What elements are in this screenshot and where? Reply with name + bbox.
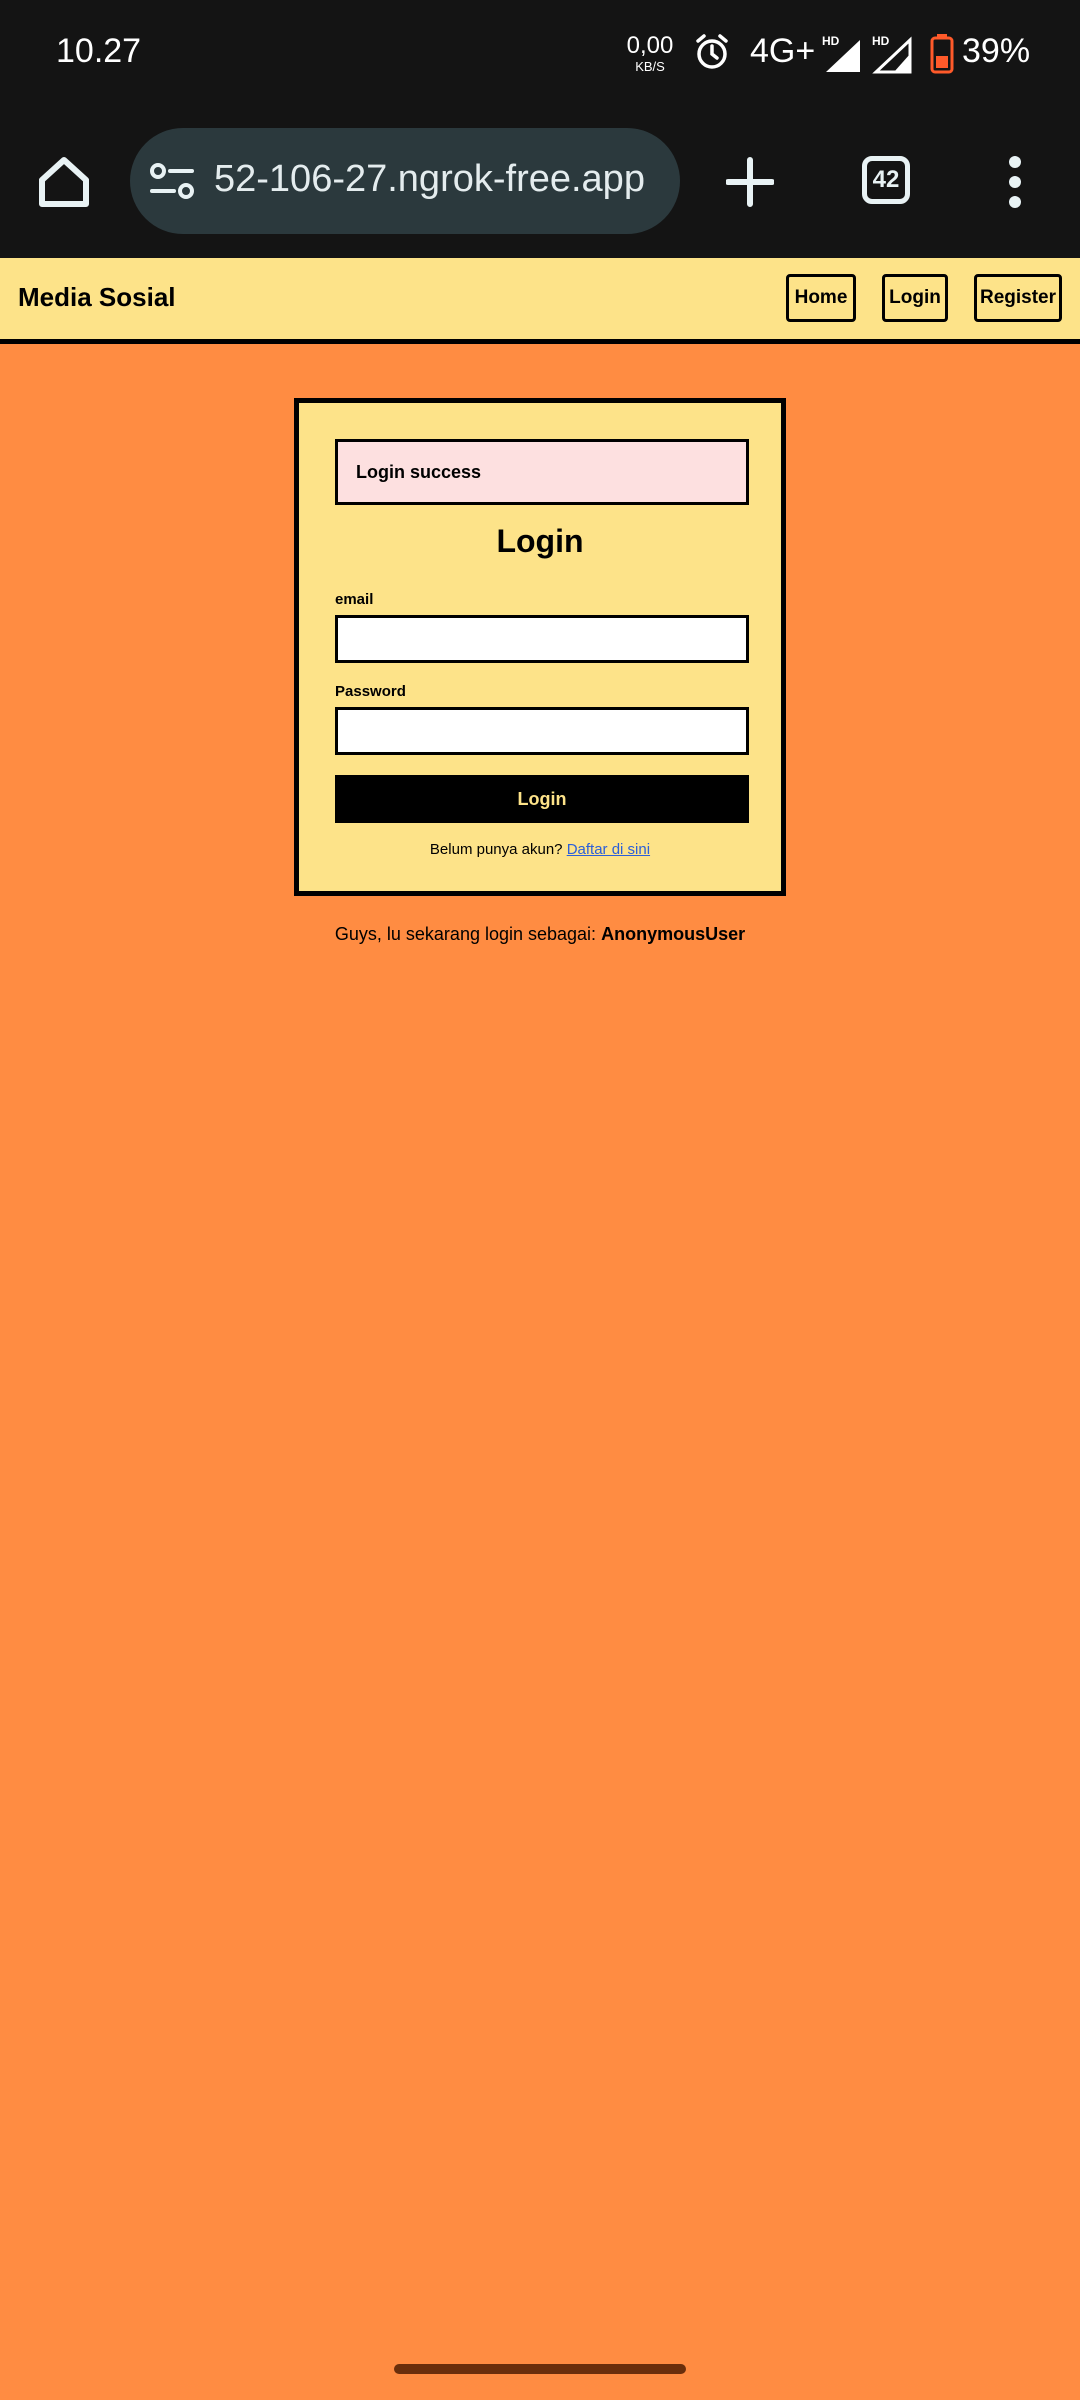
- screen: 10.27 0,00 KB/S 4G+ HD HD 39% 52-106-27.…: [0, 0, 1080, 2400]
- signup-link[interactable]: Daftar di sini: [567, 841, 650, 858]
- alarm-icon: [696, 34, 728, 69]
- password-field[interactable]: [335, 707, 749, 755]
- network-type: 4G+: [750, 32, 816, 70]
- current-username: AnonymousUser: [601, 924, 746, 944]
- new-tab-icon[interactable]: [726, 154, 774, 210]
- network-speed-value: 0,00: [626, 32, 674, 59]
- svg-text:HD: HD: [872, 34, 890, 48]
- address-bar[interactable]: 52-106-27.ngrok-free.app: [130, 128, 680, 234]
- network-speed-unit: KB/S: [635, 59, 665, 74]
- site-settings-icon[interactable]: [150, 161, 194, 201]
- login-card: Login success Login email Password Login…: [294, 398, 786, 896]
- password-label: Password: [335, 683, 406, 700]
- battery-icon: [930, 34, 954, 74]
- signal-hd-icon: HD: [822, 34, 860, 72]
- email-field[interactable]: [335, 615, 749, 663]
- signup-prompt: Belum punya akun? Daftar di sini: [299, 841, 781, 858]
- battery-percent: 39%: [962, 32, 1031, 70]
- home-icon[interactable]: [36, 154, 92, 210]
- nav-register-button[interactable]: Register: [974, 274, 1062, 322]
- login-status-prefix: Guys, lu sekarang login sebagai:: [334, 924, 597, 944]
- status-time: 10.27: [56, 32, 142, 70]
- network-speed: 0,00 KB/S: [622, 32, 678, 74]
- login-submit-button[interactable]: Login: [335, 775, 749, 823]
- browser-toolbar: 52-106-27.ngrok-free.app 42: [0, 110, 1080, 258]
- nav-login-button[interactable]: Login: [882, 274, 948, 322]
- url-text[interactable]: 52-106-27.ngrok-free.app: [214, 158, 674, 201]
- gesture-bar[interactable]: [394, 2364, 686, 2374]
- login-status-note: Guys, lu sekarang login sebagai: Anonymo…: [0, 924, 1080, 945]
- svg-text:HD: HD: [822, 34, 840, 48]
- more-menu-icon[interactable]: [1000, 156, 1030, 208]
- signal-hd-icon: HD: [872, 34, 912, 74]
- email-label: email: [335, 591, 374, 608]
- login-success-alert: Login success: [335, 439, 749, 505]
- nav-home-button[interactable]: Home: [786, 274, 856, 322]
- tab-switcher-button[interactable]: 42: [862, 156, 910, 204]
- status-bar: 10.27 0,00 KB/S 4G+ HD HD 39%: [0, 0, 1080, 110]
- site-brand[interactable]: Media Sosial: [18, 282, 176, 313]
- signup-prompt-text: Belum punya akun?: [429, 841, 563, 858]
- site-navbar: Media Sosial Home Login Register: [0, 258, 1080, 344]
- login-title: Login: [496, 523, 584, 559]
